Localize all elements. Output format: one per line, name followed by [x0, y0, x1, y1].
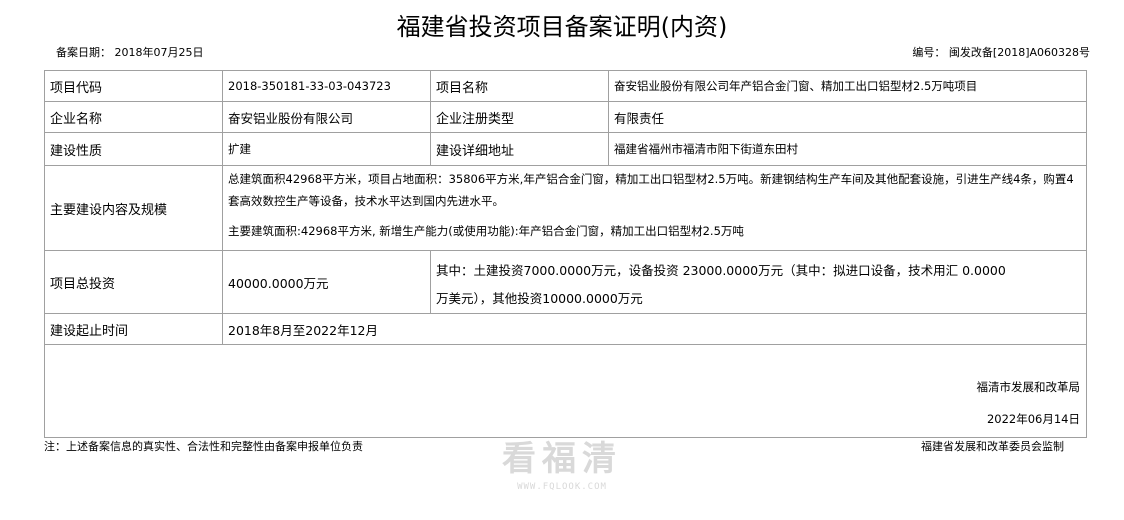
invest-total-value: 40000.0000万元 [222, 250, 431, 314]
reg-type-label: 企业注册类型 [430, 101, 609, 133]
address-value: 福建省福州市福清市阳下街道东田村 [608, 132, 1087, 166]
signature-cell: 福清市发展和改革局 2022年06月14日 [44, 344, 1087, 438]
invest-detail-line-1: 其中：土建投资7000.0000万元，设备投资 23000.0000万元（其中：… [436, 263, 1006, 278]
invest-detail-cell: 其中：土建投资7000.0000万元，设备投资 23000.0000万元（其中：… [430, 250, 1087, 314]
address-label: 建设详细地址 [430, 132, 609, 166]
nature-label: 建设性质 [44, 132, 223, 166]
watermark-logo-text: 看福清 [502, 439, 622, 479]
row-signature: 福清市发展和改革局 2022年06月14日 [44, 344, 1087, 438]
company-value: 奋安铝业股份有限公司 [222, 101, 431, 133]
project-name-value: 奋安铝业股份有限公司年产铝合金门窗、精加工出口铝型材2.5万吨项目 [608, 70, 1087, 102]
content-label: 主要建设内容及规模 [44, 165, 223, 251]
company-label: 企业名称 [44, 101, 223, 133]
period-value: 2018年8月至2022年12月 [222, 313, 1087, 345]
row-period: 建设起止时间 2018年8月至2022年12月 [44, 313, 1087, 345]
content-paragraph-1: 总建筑面积42968平方米，项目占地面积：35806平方米,年产铝合金门窗，精加… [228, 172, 1074, 208]
issue-date: 2022年06月14日 [986, 412, 1080, 426]
project-code-value: 2018-350181-33-03-043723 [222, 70, 431, 102]
disclaimer-note: 注：上述备案信息的真实性、合法性和完整性由备案申报单位负责 [44, 440, 363, 453]
site-watermark: 看福清 WWW.FQLOOK.COM [492, 438, 632, 492]
content-paragraph-2: 主要建筑面积:42968平方米, 新增生产能力(或使用功能):年产铝合金门窗，精… [228, 224, 744, 238]
nature-value: 扩建 [222, 132, 431, 166]
document-title: 福建省投资项目备案证明(内资) [396, 13, 728, 41]
document-number: 编号： 闽发改备[2018]A060328号 [912, 46, 1090, 59]
period-label: 建设起止时间 [44, 313, 223, 345]
issuing-department: 福清市发展和改革局 [976, 380, 1081, 394]
filing-date: 备案日期： 2018年07月25日 [56, 46, 204, 59]
content-cell: 总建筑面积42968平方米，项目占地面积：35806平方米,年产铝合金门窗，精加… [222, 165, 1087, 251]
row-investment: 项目总投资 40000.0000万元 其中：土建投资7000.0000万元，设备… [44, 250, 1087, 314]
watermark-url: WWW.FQLOOK.COM [517, 482, 607, 492]
reg-type-value: 有限责任 [608, 101, 1087, 133]
project-code-label: 项目代码 [44, 70, 223, 102]
invest-detail-line-2: 万美元），其他投资10000.0000万元 [436, 291, 643, 306]
row-company: 企业名称 奋安铝业股份有限公司 企业注册类型 有限责任 [44, 101, 1087, 133]
row-project-code: 项目代码 2018-350181-33-03-043723 项目名称 奋安铝业股… [44, 70, 1087, 102]
row-nature: 建设性质 扩建 建设详细地址 福建省福州市福清市阳下街道东田村 [44, 132, 1087, 166]
supervisor-text: 福建省发展和改革委员会监制 [921, 440, 1064, 453]
filing-form-table: 项目代码 2018-350181-33-03-043723 项目名称 奋安铝业股… [44, 70, 1087, 438]
project-name-label: 项目名称 [430, 70, 609, 102]
invest-label: 项目总投资 [44, 250, 223, 314]
row-content: 主要建设内容及规模 总建筑面积42968平方米，项目占地面积：35806平方米,… [44, 165, 1087, 251]
